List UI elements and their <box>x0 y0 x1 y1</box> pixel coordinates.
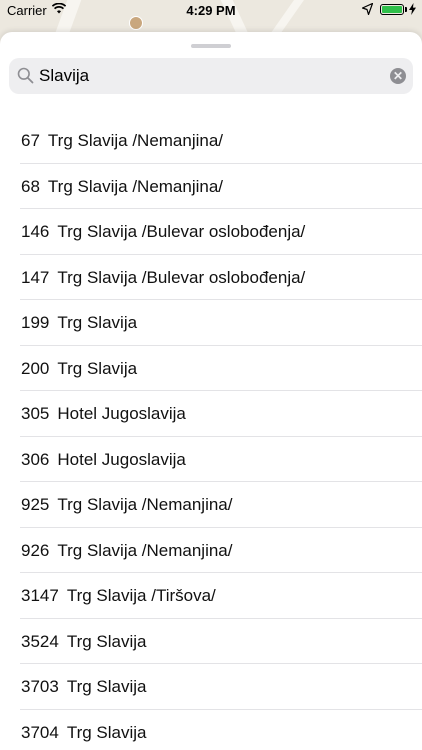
battery-cap <box>405 7 407 12</box>
stop-number: 67 <box>21 131 40 150</box>
search-input[interactable] <box>39 58 379 94</box>
stop-name: Trg Slavija /Tiršova/ <box>66 586 216 605</box>
list-item[interactable]: 925 Trg Slavija /Nemanjina/ <box>0 482 422 528</box>
stop-name: Trg Slavija /Bulevar oslobođenja/ <box>57 222 306 241</box>
search-sheet: ✕ 67 Trg Slavija /Nemanjina/68 Trg Slavija… <box>0 32 422 750</box>
search-icon <box>17 67 34 84</box>
list-item[interactable]: 200 Trg Slavija <box>0 346 422 392</box>
stop-number: 3524 <box>21 631 59 651</box>
stop-name: Trg Slavija /Nemanjina/ <box>57 495 233 514</box>
stop-name: Trg Slavija <box>57 313 138 332</box>
list-item[interactable]: 3147 Trg Slavija /Tiršova/ <box>0 573 422 619</box>
stop-number: 68 <box>21 176 40 196</box>
list-item[interactable]: 926 Trg Slavija /Nemanjina/ <box>0 528 422 574</box>
list-item[interactable]: 3704 Trg Slavija <box>0 710 422 750</box>
stop-name: Hotel Jugoslavija <box>57 449 186 469</box>
status-time: 4:29 PM <box>186 3 236 18</box>
charging-bolt-icon <box>409 3 416 15</box>
search-field[interactable]: ✕ <box>9 58 413 94</box>
stop-number: 147 <box>21 267 50 287</box>
clear-icon[interactable]: ✕ <box>390 68 406 84</box>
stop-number: 3704 <box>21 722 59 742</box>
stop-name: Trg Slavija /Bulevar oslobođenja/ <box>57 267 306 287</box>
list-item[interactable]: 146 Trg Slavija /Bulevar oslobođenja/ <box>0 209 422 255</box>
battery-level <box>382 6 402 13</box>
status-bar: Carrier 4:29 PM <box>0 0 422 22</box>
sheet-grabber[interactable] <box>191 44 231 48</box>
stop-number: 199 <box>21 313 50 332</box>
list-item[interactable]: 3524 Trg Slavija <box>0 619 422 665</box>
list-item[interactable]: 67 Trg Slavija /Nemanjina/ <box>0 118 422 164</box>
stop-number: 305 <box>21 404 50 423</box>
stop-name: Trg Slavija <box>66 677 147 696</box>
stop-number: 306 <box>21 449 50 469</box>
list-item[interactable]: 306 Hotel Jugoslavija <box>0 437 422 483</box>
stop-name: Trg Slavija <box>66 631 147 651</box>
stop-number: 3703 <box>21 677 59 696</box>
stop-number: 200 <box>21 358 50 378</box>
list-item[interactable]: 68 Trg Slavija /Nemanjina/ <box>0 164 422 210</box>
list-item[interactable]: 147 Trg Slavija /Bulevar oslobođenja/ <box>0 255 422 301</box>
stop-number: 146 <box>21 222 50 241</box>
list-item[interactable]: 199 Trg Slavija <box>0 300 422 346</box>
stop-name: Trg Slavija <box>57 358 138 378</box>
stop-number: 3147 <box>21 586 59 605</box>
results-list: 67 Trg Slavija /Nemanjina/68 Trg Slavija /… <box>0 118 422 750</box>
stop-number: 925 <box>21 495 50 514</box>
stop-name: Trg Slavija /Nemanjina/ <box>47 131 224 150</box>
battery-icon <box>380 4 404 15</box>
stop-name: Trg Slavija /Nemanjina/ <box>57 540 233 560</box>
list-item[interactable]: 305 Hotel Jugoslavija <box>0 391 422 437</box>
stop-number: 926 <box>21 540 50 560</box>
list-item[interactable]: 3703 Trg Slavija <box>0 664 422 710</box>
stop-name: Trg Slavija /Nemanjina/ <box>47 176 224 196</box>
stop-name: Trg Slavija <box>66 722 147 742</box>
location-arrow-icon <box>362 3 373 15</box>
stop-name: Hotel Jugoslavija <box>57 404 186 423</box>
